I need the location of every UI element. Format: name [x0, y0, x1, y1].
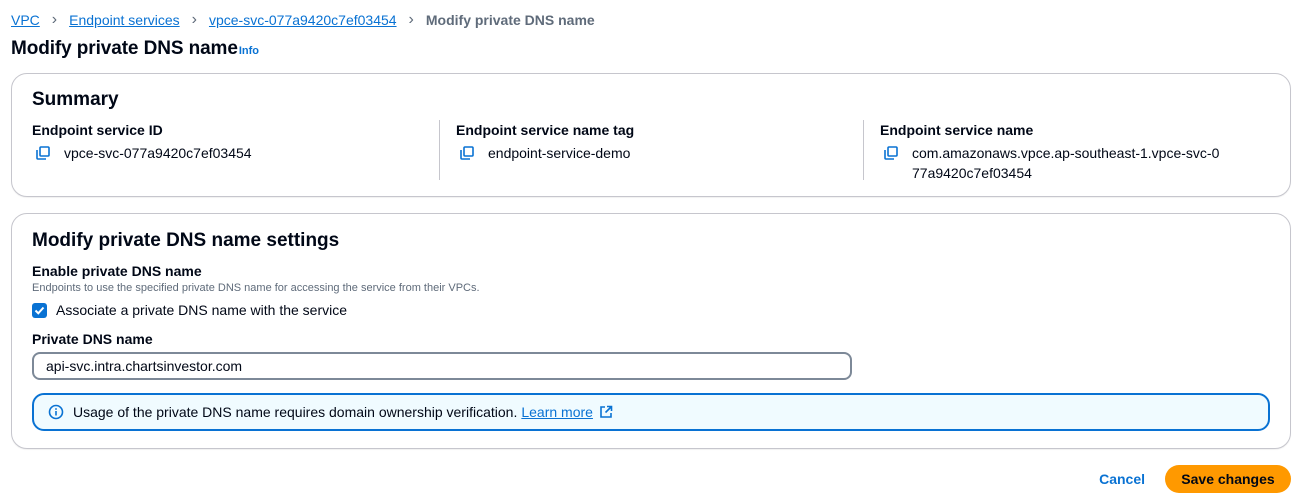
- form-actions: Cancel Save changes: [1087, 465, 1291, 493]
- service-name-field: Endpoint service name com.amazonaws.vpce…: [880, 122, 1225, 183]
- chevron-right-icon: ›: [408, 11, 414, 28]
- associate-dns-checkbox-row[interactable]: Associate a private DNS name with the se…: [32, 302, 347, 318]
- service-id-label: Endpoint service ID: [32, 122, 163, 138]
- cancel-button[interactable]: Cancel: [1087, 465, 1157, 493]
- page-title: Modify private DNS name: [11, 38, 238, 59]
- dns-settings-container: Modify private DNS name settings Enable …: [11, 213, 1291, 449]
- enable-private-dns-label: Enable private DNS name: [32, 263, 202, 279]
- summary-heading: Summary: [32, 89, 119, 110]
- breadcrumb-endpoint-services[interactable]: Endpoint services: [69, 12, 180, 28]
- info-alert: Usage of the private DNS name requires d…: [32, 393, 1270, 431]
- service-name-tag-field: Endpoint service name tag endpoint-servi…: [456, 122, 856, 163]
- info-alert-text: Usage of the private DNS name requires d…: [73, 404, 518, 420]
- service-name-label: Endpoint service name: [880, 122, 1034, 138]
- enable-private-dns-description: Endpoints to use the specified private D…: [32, 282, 480, 294]
- external-link-icon[interactable]: [599, 405, 613, 419]
- copy-icon[interactable]: [36, 146, 50, 160]
- associate-dns-checkbox-label: Associate a private DNS name with the se…: [56, 302, 348, 318]
- service-name-value: com.amazonaws.vpce.ap-southeast-1.vpce-s…: [912, 145, 1220, 181]
- service-id-value: vpce-svc-077a9420c7ef03454: [64, 145, 252, 161]
- copy-icon[interactable]: [884, 146, 898, 160]
- private-dns-name-input[interactable]: [32, 352, 852, 380]
- chevron-right-icon: ›: [191, 11, 197, 28]
- column-divider: [439, 120, 440, 180]
- dns-settings-heading: Modify private DNS name settings: [32, 230, 340, 251]
- column-divider: [863, 120, 864, 180]
- associate-dns-checkbox[interactable]: [32, 302, 47, 318]
- service-id-field: Endpoint service ID vpce-svc-077a9420c7e…: [32, 122, 432, 163]
- page-header: Modify private DNS name Info: [11, 38, 259, 60]
- checkmark-icon: [34, 306, 45, 315]
- service-name-tag-value: endpoint-service-demo: [488, 145, 631, 161]
- breadcrumb: VPC › Endpoint services › vpce-svc-077a9…: [11, 10, 595, 30]
- private-dns-name-label: Private DNS name: [32, 331, 153, 347]
- chevron-right-icon: ›: [51, 11, 58, 28]
- breadcrumb-vpc[interactable]: VPC: [11, 12, 40, 28]
- learn-more-link[interactable]: Learn more: [521, 404, 593, 420]
- info-link[interactable]: Info: [239, 45, 259, 57]
- service-name-tag-label: Endpoint service name tag: [456, 122, 635, 138]
- info-circle-icon: [48, 404, 64, 420]
- save-changes-button[interactable]: Save changes: [1165, 465, 1291, 493]
- breadcrumb-service-id[interactable]: vpce-svc-077a9420c7ef03454: [209, 12, 397, 28]
- summary-container: Summary Endpoint service ID vpce-svc-077…: [11, 73, 1291, 197]
- breadcrumb-current: Modify private DNS name: [425, 12, 595, 28]
- copy-icon[interactable]: [460, 146, 474, 160]
